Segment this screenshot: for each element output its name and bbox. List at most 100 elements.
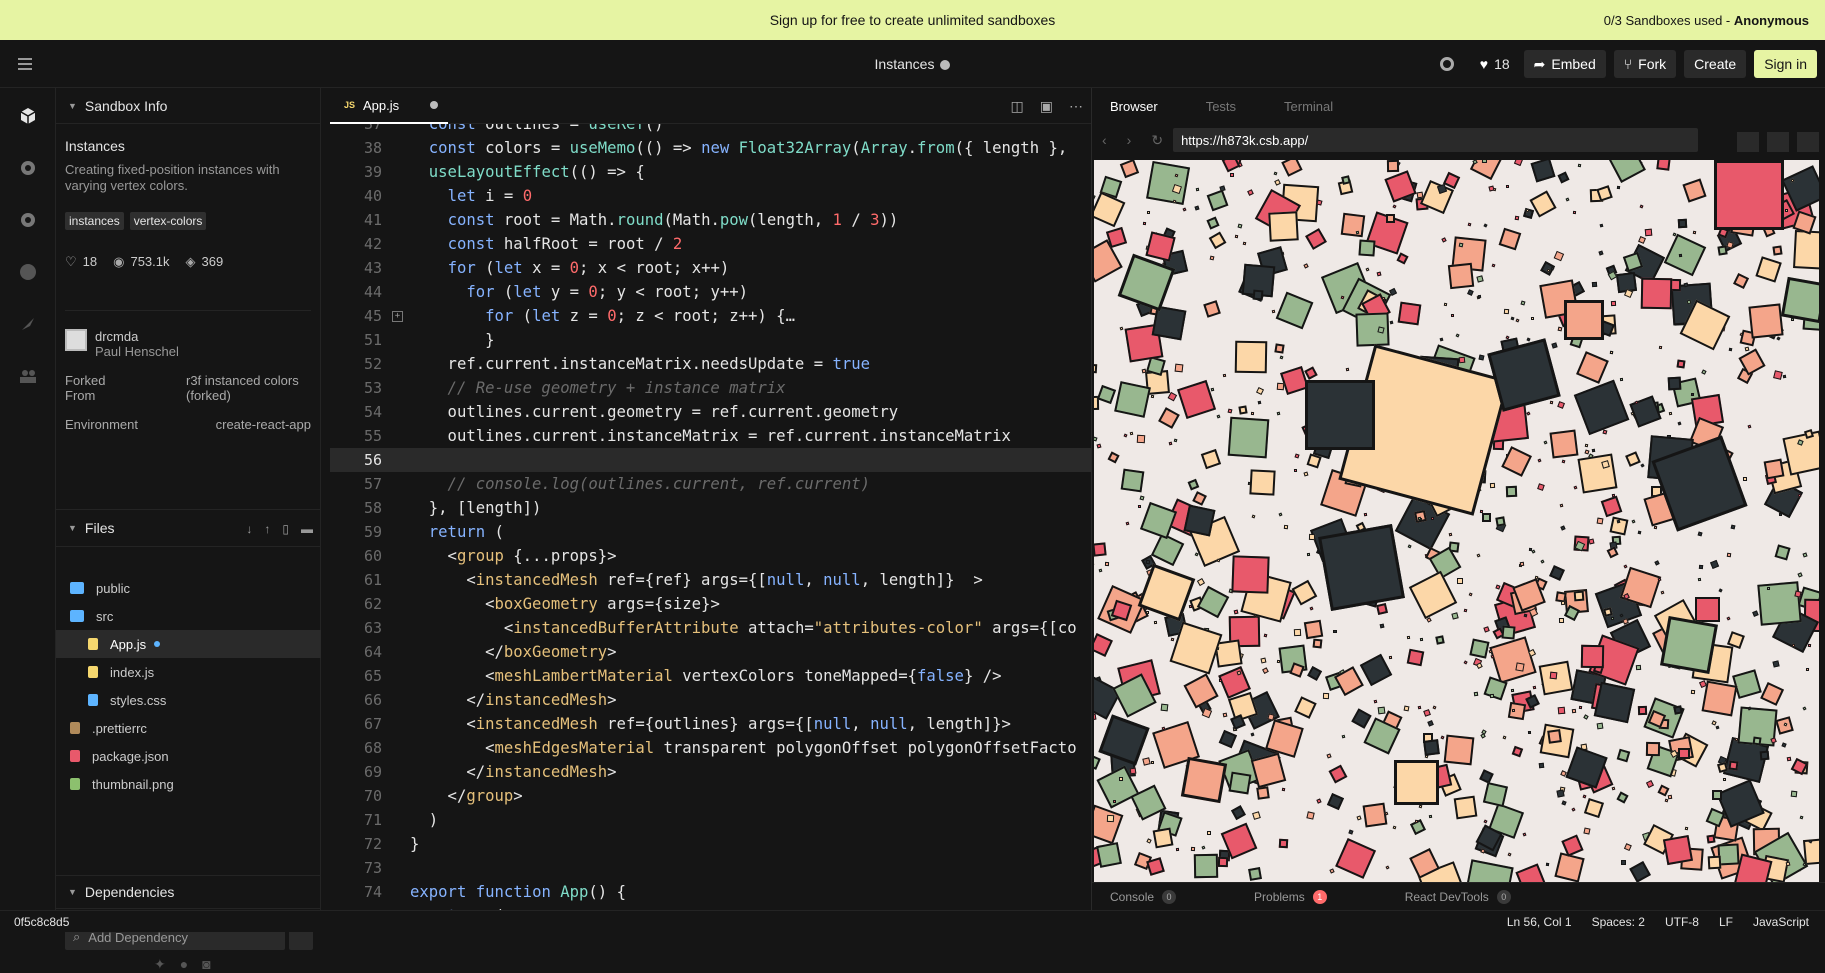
tab-terminal[interactable]: Terminal [1284,99,1333,114]
banner-text[interactable]: Sign up for free to create unlimited san… [770,12,1056,28]
file-row-styles-css[interactable]: styles.css [56,686,321,714]
code-area[interactable]: 37 const outlines = useRef()38 const col… [330,124,1091,910]
code-line[interactable]: 68 <meshEdgesMaterial transparent polygo… [330,736,1091,760]
code-line[interactable]: 63 <instancedBufferAttribute attach="att… [330,616,1091,640]
tab-app-js[interactable]: JSApp.js [330,88,448,124]
language-mode[interactable]: JavaScript [1753,915,1809,929]
problems-tab[interactable]: Problems1 [1254,890,1327,904]
fork-button[interactable]: ⑂Fork [1614,50,1676,78]
new-file-icon[interactable]: ▯ [282,522,289,536]
code-line[interactable]: 54 outlines.current.geometry = ref.curre… [330,400,1091,424]
author[interactable]: drcmda Paul Henschel [65,310,311,359]
console-tab[interactable]: Console0 [1110,890,1176,904]
code-line[interactable]: 39 useLayoutEffect(() => { [330,160,1091,184]
more-icon[interactable]: ⋯ [1069,98,1083,115]
code-line[interactable]: 74export function App() { [330,880,1091,904]
signup-banner[interactable]: Sign up for free to create unlimited san… [0,0,1825,40]
fold-toggle-icon[interactable]: + [392,311,403,322]
cube-instance [1685,826,1688,829]
upload-icon[interactable]: ↑ [264,522,270,536]
cube-instance [1779,513,1782,516]
code-line[interactable]: 62 <boxGeometry args={size}> [330,592,1091,616]
file-row-public[interactable]: public [56,574,321,602]
back-icon[interactable]: ‹ [1102,132,1107,148]
gear-icon[interactable] [18,210,38,230]
threejs-canvas[interactable] [1094,160,1819,882]
devtools-tab[interactable]: React DevTools0 [1405,890,1511,904]
split-view-icon[interactable]: ◫ [1011,98,1024,115]
code-line[interactable]: 41 const root = Math.round(Math.pow(leng… [330,208,1091,232]
code-line[interactable]: 38 const colors = useMemo(() => new Floa… [330,136,1091,160]
code-line[interactable]: 60 <group {...props}> [330,544,1091,568]
code-line[interactable]: 69 </instancedMesh> [330,760,1091,784]
cursor-position[interactable]: Ln 56, Col 1 [1507,915,1572,929]
tab-browser[interactable]: Browser [1110,99,1158,114]
new-window-icon[interactable] [1767,132,1789,152]
signin-button[interactable]: Sign in [1754,50,1817,78]
gear-icon[interactable] [1440,57,1454,71]
tag-instances[interactable]: instances [65,212,124,230]
code-line[interactable]: 67 <instancedMesh ref={outlines} args={[… [330,712,1091,736]
code-line[interactable]: 37 const outlines = useRef() [330,124,1091,136]
twitter-icon[interactable]: ✦ [154,956,166,973]
code-line[interactable]: 61 <instancedMesh ref={ref} args={[null,… [330,568,1091,592]
code-line[interactable]: 58 }, [length]) [330,496,1091,520]
line-number: 67 [330,715,382,733]
download-icon[interactable]: ↓ [246,522,252,536]
embed-button[interactable]: ➦Embed [1524,50,1606,78]
code-line[interactable]: 64 </boxGeometry> [330,640,1091,664]
file-row-src[interactable]: src [56,602,321,630]
line-ending[interactable]: LF [1719,915,1733,929]
file-row-thumbnail-png[interactable]: thumbnail.png [56,770,321,798]
code-line[interactable]: 72} [330,832,1091,856]
github-icon[interactable]: ● [180,956,188,973]
like-button[interactable]: ♥18 [1480,56,1510,72]
code-line[interactable]: 45+ for (let z = 0; z < root; z++) {… [330,304,1091,328]
forked-from-link[interactable]: r3f instanced colors (forked) [186,373,311,403]
github-icon[interactable] [18,262,38,282]
files-header[interactable]: ▼Files ↓↑▯▬ [56,509,321,547]
code-line[interactable]: 66 </instancedMesh> [330,688,1091,712]
tag-vertex-colors[interactable]: vertex-colors [130,212,207,230]
forward-icon[interactable]: › [1127,132,1132,148]
code-line[interactable]: 42 const halfRoot = root / 2 [330,232,1091,256]
code-line[interactable]: 57 // console.log(outlines.current, ref.… [330,472,1091,496]
url-bar[interactable]: https://h873k.csb.app/ [1173,128,1698,152]
code-line[interactable]: 70 </group> [330,784,1091,808]
refresh-icon[interactable]: ↻ [1151,132,1163,149]
search-icon[interactable] [18,158,38,178]
cube-instance [1459,242,1464,247]
rocket-icon[interactable] [18,314,38,334]
cube-icon[interactable] [18,106,38,126]
code-line[interactable]: 43 for (let x = 0; x < root; x++) [330,256,1091,280]
dependencies-header[interactable]: ▼Dependencies [56,875,321,909]
code-line[interactable]: 53 // Re-use geometry + instance matrix [330,376,1091,400]
tab-tests[interactable]: Tests [1206,99,1236,114]
code-line[interactable]: 65 <meshLambertMaterial vertexColors ton… [330,664,1091,688]
discord-icon[interactable]: ◙ [202,956,210,973]
code-line[interactable]: 40 let i = 0 [330,184,1091,208]
file-row-index-js[interactable]: index.js [56,658,321,686]
code-line[interactable]: 52 ref.current.instanceMatrix.needsUpdat… [330,352,1091,376]
users-icon[interactable] [18,366,38,386]
new-folder-icon[interactable]: ▬ [301,522,313,536]
code-line[interactable]: 55 outlines.current.instanceMatrix = ref… [330,424,1091,448]
encoding[interactable]: UTF-8 [1665,915,1699,929]
cube-instance [1621,860,1626,865]
code-line[interactable]: 56 [330,448,1091,472]
menu-icon[interactable] [18,58,32,73]
sandbox-info-header[interactable]: ▼Sandbox Info [56,88,320,124]
code-line[interactable]: 73 [330,856,1091,880]
devtools-icon[interactable] [1737,132,1759,152]
code-line[interactable]: 51 } [330,328,1091,352]
preview-icon[interactable]: ▣ [1040,98,1053,115]
code-line[interactable]: 59 return ( [330,520,1091,544]
indentation[interactable]: Spaces: 2 [1592,915,1645,929]
code-line[interactable]: 44 for (let y = 0; y < root; y++) [330,280,1091,304]
open-icon[interactable] [1797,132,1819,152]
file-row-app-js[interactable]: App.js [56,630,321,658]
create-button[interactable]: Create [1684,50,1746,78]
code-line[interactable]: 71 ) [330,808,1091,832]
file-row-package-json[interactable]: package.json [56,742,321,770]
file-row-prettierrc[interactable]: .prettierrc [56,714,321,742]
